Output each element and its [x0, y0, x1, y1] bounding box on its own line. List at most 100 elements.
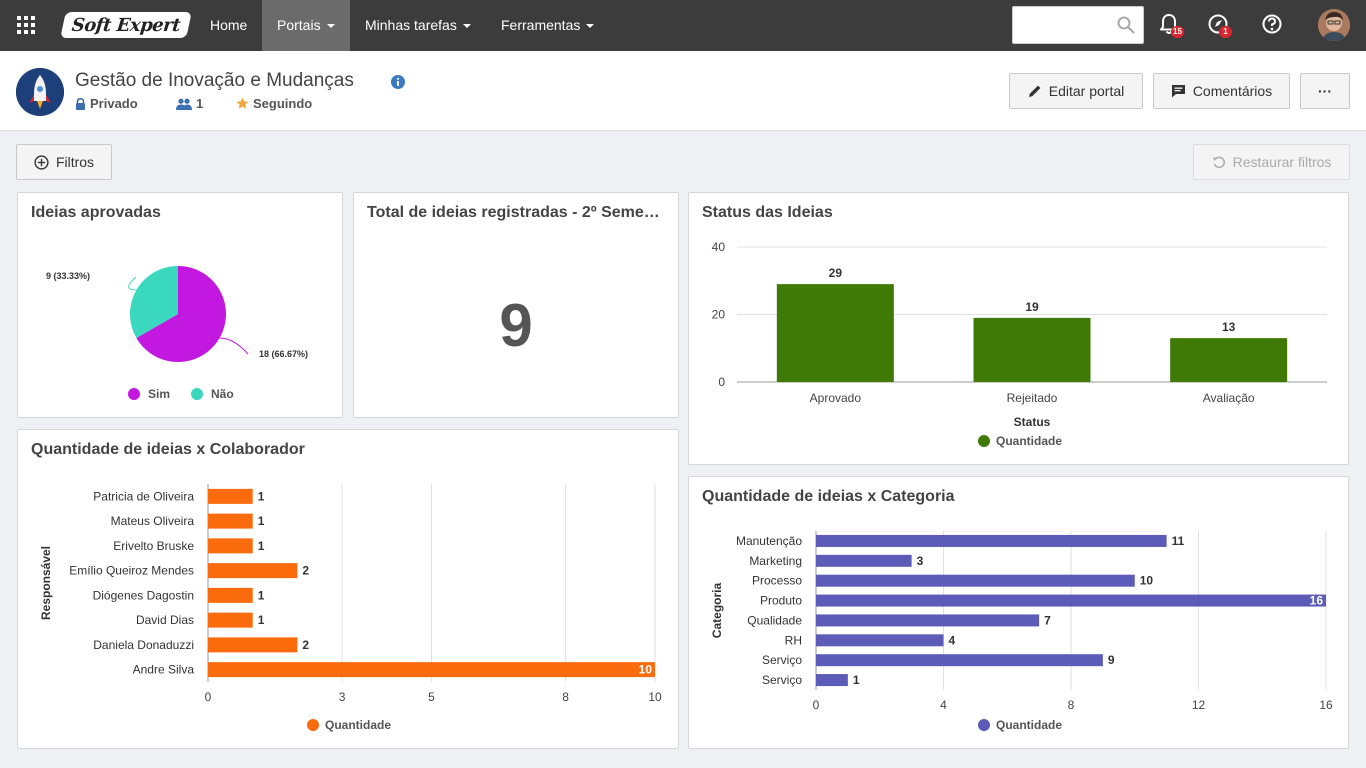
category-bar	[816, 614, 1040, 627]
notifications-badge: 15	[1171, 26, 1184, 38]
top-navigation-bar: Soft Expert Home Portais Minhas tarefas …	[0, 0, 1366, 51]
notifications-button[interactable]: 15	[1158, 13, 1184, 38]
search-icon[interactable]	[1117, 16, 1135, 34]
plus-circle-icon	[34, 154, 49, 170]
users-icon	[176, 98, 192, 110]
tasks-button[interactable]: 1	[1207, 13, 1232, 38]
more-options-button[interactable]: ···	[1300, 73, 1350, 109]
bar-data-label: 2	[302, 638, 309, 652]
ideas-by-collaborator-bar-chart: 0 3 5 8 10 Patricia de Oliveira 1 Mateus Olivei…	[39, 484, 662, 732]
bar-data-label: 2	[302, 564, 309, 578]
help-button[interactable]	[1261, 13, 1285, 37]
nav-ferramentas-label: Ferramentas	[501, 17, 581, 33]
bar-data-label: 10	[1140, 574, 1154, 588]
bar-data-label: 11	[1172, 534, 1185, 548]
restore-filters-button[interactable]: Restaurar filtros	[1193, 144, 1350, 180]
following-indicator[interactable]: Seguindo	[236, 96, 312, 111]
nav-portais[interactable]: Portais	[262, 0, 350, 51]
y-axis-title: Categoria	[710, 583, 724, 639]
more-options-icon: ···	[1318, 83, 1332, 99]
apps-grid-icon[interactable]	[17, 16, 35, 34]
ideas-by-category-bar-chart: 0 4 8 12 16 Manutenção 11 Marketing 3 Processo 10 P…	[710, 531, 1333, 732]
x-tick-label: 12	[1192, 698, 1206, 712]
y-tick-label: RH	[785, 633, 802, 647]
comments-label: Comentários	[1192, 83, 1273, 99]
category-bar	[208, 662, 655, 678]
y-tick-label: Mateus Oliveira	[111, 514, 195, 528]
y-tick-label: Produto	[760, 594, 802, 608]
bar-data-label: 10	[639, 663, 653, 677]
y-tick-label: Emílio Queiroz Mendes	[69, 564, 194, 578]
bar-data-label: 1	[258, 613, 265, 627]
logo-text: Soft Expert	[70, 14, 182, 36]
rocket-icon	[16, 68, 64, 116]
following-label: Seguindo	[253, 96, 313, 111]
portal-header: Gestão de Inovação e Mudanças Privado 1 …	[0, 51, 1366, 131]
bar-data-label: 1	[258, 514, 265, 528]
y-tick-label: Serviço	[762, 653, 802, 667]
undo-icon	[1212, 156, 1225, 169]
chevron-down-icon	[586, 24, 595, 29]
nav-ferramentas[interactable]: Ferramentas	[486, 0, 609, 51]
y-tick-label: Erivelto Bruske	[113, 539, 194, 553]
x-tick-label: 0	[205, 690, 212, 704]
category-bar	[208, 563, 298, 579]
chevron-down-icon	[326, 24, 335, 29]
nav-minhas-tarefas[interactable]: Minhas tarefas	[350, 0, 486, 51]
bar-data-label: 1	[853, 673, 860, 687]
legend-marker	[191, 388, 203, 400]
legend-label: Quantidade	[996, 718, 1062, 732]
bar-data-label: 16	[1310, 594, 1324, 608]
members-indicator[interactable]: 1	[176, 96, 203, 111]
x-tick-label: 4	[940, 698, 947, 712]
category-bar	[816, 594, 1326, 607]
widget-ideas-by-category: Quantidade de ideias x Categoria 0 4 8 12 16…	[688, 476, 1349, 749]
y-tick-label: Processo	[752, 574, 802, 588]
filters-button[interactable]: Filtros	[16, 144, 112, 180]
chevron-down-icon	[462, 24, 471, 29]
category-bar	[816, 674, 848, 687]
nav-home[interactable]: Home	[195, 0, 262, 51]
portal-logo	[16, 68, 64, 116]
x-tick-label: 3	[339, 690, 346, 704]
legend-marker	[978, 719, 990, 731]
search-input[interactable]	[1019, 7, 1119, 43]
ideas-status-bar-chart: 0 20 40 29 Aprovado 19 Rejeitado 13 Avaliação Sta…	[712, 240, 1327, 448]
legend-marker	[307, 719, 319, 731]
comment-icon	[1171, 85, 1185, 98]
lock-icon	[76, 97, 85, 110]
bar-data-label: 1	[258, 588, 265, 602]
user-avatar[interactable]	[1318, 9, 1350, 41]
legend-label: Sim	[148, 387, 170, 401]
y-tick-label: Qualidade	[747, 613, 802, 627]
nav-portais-label: Portais	[277, 17, 321, 33]
search-box	[1012, 6, 1144, 44]
status-bar	[1170, 338, 1288, 382]
question-circle-icon	[1262, 14, 1282, 34]
widget-ideas-status: Status das Ideias 0 20 40 29 Aprovado 19 Rejei…	[688, 192, 1349, 465]
bar-data-label: 1	[258, 539, 265, 553]
bar-data-label: 29	[829, 266, 843, 280]
edit-portal-button[interactable]: Editar portal	[1009, 73, 1143, 109]
info-icon[interactable]	[391, 75, 405, 89]
x-tick-label: 16	[1319, 698, 1333, 712]
tasks-badge: 1	[1219, 26, 1232, 38]
widget-approved-ideas: Ideias aprovadas 18 (66.67%) 9 (33.33%) Si…	[17, 192, 343, 418]
star-icon	[236, 97, 249, 109]
pie-data-label: 9 (33.33%)	[46, 271, 90, 281]
category-bar	[816, 574, 1135, 587]
softexpert-logo[interactable]: Soft Expert	[60, 12, 192, 38]
legend-label: Quantidade	[325, 718, 391, 732]
status-bar	[776, 284, 894, 382]
approved-ideas-pie-chart: 18 (66.67%) 9 (33.33%) Sim Não	[46, 266, 308, 401]
y-tick-label: 20	[712, 308, 726, 322]
filters-label: Filtros	[55, 154, 95, 170]
category-bar	[816, 554, 912, 567]
x-tick-label: 8	[562, 690, 569, 704]
y-tick-label: 40	[712, 240, 726, 254]
x-axis-title: Status	[1014, 415, 1051, 429]
comments-button[interactable]: Comentários	[1153, 73, 1290, 109]
pie-label-connector	[219, 337, 249, 355]
category-bar	[208, 612, 253, 628]
y-tick-label: Manutenção	[736, 534, 802, 548]
